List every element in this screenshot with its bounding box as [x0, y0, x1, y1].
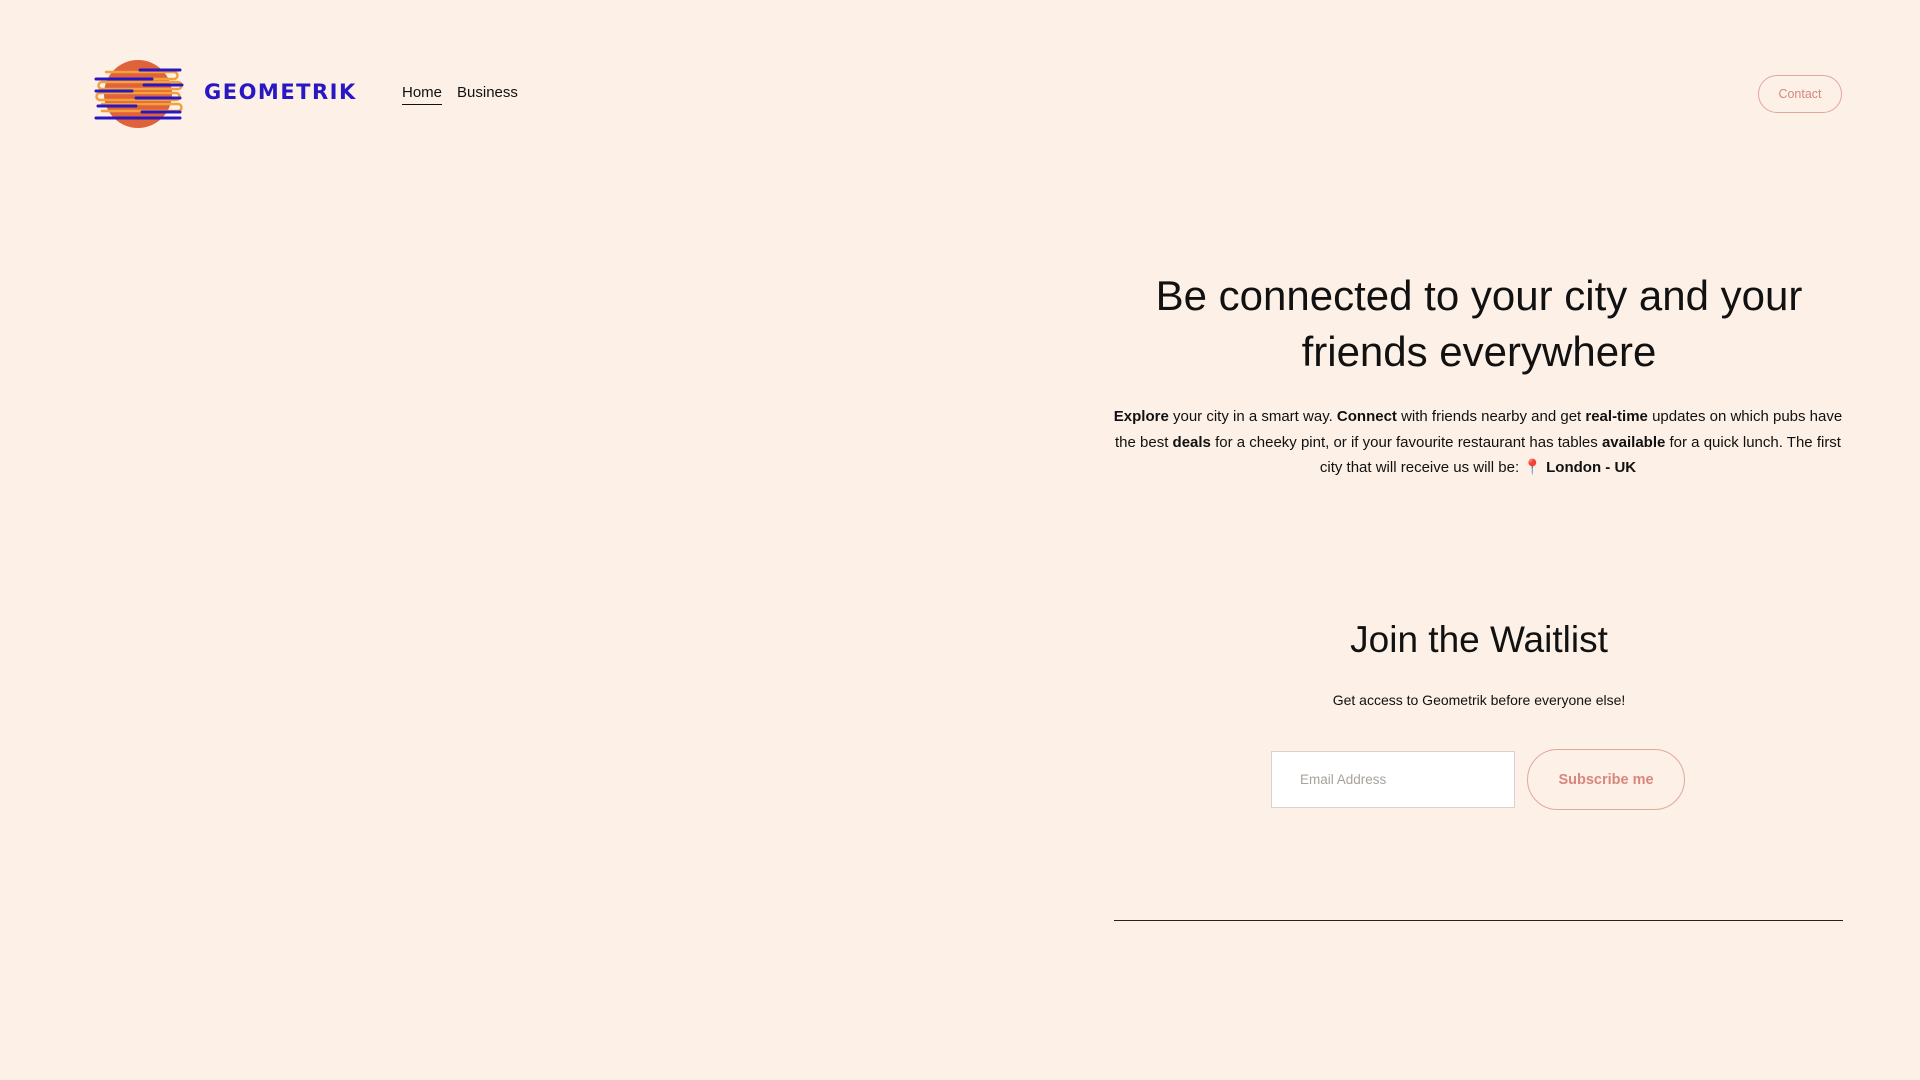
brand-name[interactable]: GEOMETRIK [204, 80, 357, 104]
section-divider [1114, 920, 1843, 921]
hero-emphasis: available [1601, 433, 1666, 451]
hero-text-segment: for a cheeky pint, or if your favourite … [1210, 433, 1602, 451]
contact-button[interactable]: Contact [1758, 75, 1842, 113]
hero-emphasis: deals [1172, 433, 1211, 451]
hero-text-segment: your city in a smart way. [1168, 408, 1337, 425]
waitlist-title: Join the Waitlist [1350, 619, 1608, 660]
hero-emphasis: Explore [1113, 408, 1169, 425]
page: GEOMETRIK Home Business Contact Be conne… [0, 0, 1920, 1080]
hero-emphasis: real-time [1585, 408, 1648, 425]
hero-text-segment: with friends nearby and get [1396, 408, 1586, 425]
nav-home-link[interactable]: Home [402, 84, 443, 105]
nav-business-link[interactable]: Business [457, 84, 518, 105]
email-field[interactable] [1271, 751, 1515, 808]
hero-emphasis: Connect [1336, 408, 1397, 425]
main-nav: Home Business [402, 84, 518, 105]
hero-title: Be connected to your city and your frien… [1155, 272, 1803, 375]
launch-city: London - UK [1546, 459, 1637, 476]
hero-description: Explore your city in a smart way. Connec… [1110, 404, 1846, 481]
map-pin-icon: 📍 [1523, 459, 1542, 476]
geometrik-logo-icon[interactable] [92, 58, 184, 130]
waitlist-subtitle: Get access to Geometrik before everyone … [1332, 692, 1626, 708]
subscribe-button[interactable]: Subscribe me [1527, 749, 1685, 810]
